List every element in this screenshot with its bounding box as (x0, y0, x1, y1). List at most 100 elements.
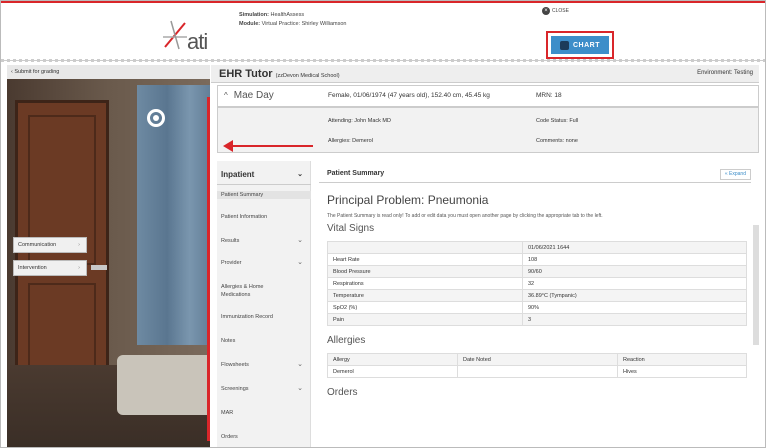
close-label: CLOSE (552, 8, 569, 14)
nav-item-patient-information[interactable]: Patient Information (217, 213, 311, 221)
intervention-button[interactable]: Intervention › (13, 260, 87, 276)
patient-mrn: MRN: 18 (536, 92, 562, 99)
hotspot-ring-icon[interactable] (147, 109, 165, 127)
nav-item-flowsheets[interactable]: Flowsheets ⌄ (217, 361, 311, 369)
allergy-name: Demerol (327, 365, 458, 378)
table-row: Demerol Hives (327, 365, 747, 378)
nav-item-screenings[interactable]: Screenings ⌄ (217, 385, 311, 393)
close-button[interactable]: × CLOSE (542, 7, 569, 15)
vital-value: 90/60 (522, 265, 747, 278)
chevron-down-icon: ⌄ (297, 361, 303, 368)
vital-label: Heart Rate (327, 253, 523, 266)
summary-header: Patient Summary « Expand (319, 165, 751, 183)
summary-scrollbar[interactable] (753, 225, 759, 345)
allergy-date (457, 365, 618, 378)
chevron-down-icon: ⌄ (297, 259, 303, 266)
vital-label: SpO2 (%) (327, 301, 523, 314)
allergies-summary: Allergies: Demerol (328, 138, 373, 144)
vital-label: Temperature (327, 289, 523, 302)
chart-label: CHART (573, 41, 600, 49)
allergies-title: Allergies (327, 335, 366, 346)
vital-signs-table: 01/06/2021 1644 Heart Rate 108 Blood Pres… (327, 241, 747, 326)
nav-item-immunization-record[interactable]: Immunization Record (217, 313, 311, 321)
simulation-label: Simulation: (239, 12, 269, 18)
table-row: Temperature 36.89°C (Tympanic) (327, 289, 747, 302)
nav-item-provider[interactable]: Provider ⌄ (217, 259, 311, 267)
nav-item-label: Results (221, 238, 240, 244)
vital-value: 36.89°C (Tympanic) (522, 289, 747, 302)
module-label: Module: (239, 21, 261, 27)
vital-value: 32 (522, 277, 747, 290)
nav-item-notes[interactable]: Notes (217, 337, 311, 345)
annotation-line (207, 97, 210, 441)
nav-item-label: Patient Summary (221, 192, 264, 198)
nav-item-orders[interactable]: Orders (217, 433, 311, 441)
nav-item-results[interactable]: Results ⌄ (217, 237, 311, 245)
table-row: Respirations 32 (327, 277, 747, 290)
vital-value: 108 (522, 253, 747, 266)
nav-item-patient-summary[interactable]: Patient Summary (217, 191, 311, 199)
date-noted-header: Date Noted (457, 353, 618, 366)
chart-button[interactable]: CHART (551, 36, 609, 54)
simulation-scene (7, 65, 210, 447)
allergies-table: Allergy Date Noted Reaction Demerol Hive… (327, 353, 747, 378)
nav-item-label: MAR (221, 410, 234, 416)
submit-label: Submit for grading (14, 69, 60, 75)
nav-item-label: Immunization Record (221, 314, 273, 320)
ehr-header: EHR Tutor (zzDevon Medical School) Envir… (211, 65, 759, 83)
close-icon: × (542, 7, 550, 15)
chevron-right-icon: › (78, 242, 80, 248)
table-row: Allergy Date Noted Reaction (327, 353, 747, 366)
intervention-label: Intervention (18, 265, 47, 271)
orders-title: Orders (327, 387, 358, 398)
patient-name: Mae Day (233, 90, 274, 101)
nav-header-label: Inpatient (221, 170, 255, 179)
vital-label: Pain (327, 313, 523, 326)
allergy-header: Allergy (327, 353, 458, 366)
ehr-title-text: EHR Tutor (219, 68, 273, 80)
table-row: Blood Pressure 90/60 (327, 265, 747, 278)
nav-item-label: Provider (221, 260, 242, 266)
nav-item-label: Allergies & Home Medications (221, 284, 264, 298)
nav-item-mar[interactable]: MAR (217, 409, 311, 417)
table-row: Pain 3 (327, 313, 747, 326)
nav-item-label: Screenings (221, 386, 249, 392)
chart-icon (560, 40, 569, 50)
submit-for-grading-button[interactable]: ‹ Submit for grading (7, 65, 210, 79)
nav-item-allergies-home-medications[interactable]: Allergies & Home Medications (217, 283, 287, 299)
table-row: SpO2 (%) 90% (327, 301, 747, 314)
chevron-down-icon: ⌄ (297, 385, 303, 392)
app-window: ati Simulation: HealthAssess Module: Vir… (0, 0, 766, 448)
chevron-down-icon: ⌄ (297, 237, 303, 244)
ehr-nav: Inpatient ⌄ Patient Summary Patient Info… (217, 161, 311, 447)
nav-inpatient-header[interactable]: Inpatient ⌄ (217, 165, 311, 185)
ati-logo: ati (161, 17, 225, 54)
table-row: Heart Rate 108 (327, 253, 747, 266)
vital-label: Respirations (327, 277, 523, 290)
chevron-right-icon: › (78, 265, 80, 271)
chevron-down-icon: ⌄ (297, 171, 303, 178)
chevron-up-icon: ^ (224, 91, 228, 100)
vital-signs-title: Vital Signs (327, 223, 375, 234)
patient-demographics: Female, 01/06/1974 (47 years old), 152.4… (328, 92, 490, 99)
ehr-subtitle: (zzDevon Medical School) (275, 73, 340, 79)
patient-name-toggle[interactable]: ^ Mae Day (224, 90, 274, 101)
patient-summary-panel: Patient Summary « Expand Principal Probl… (319, 161, 759, 447)
reaction-header: Reaction (617, 353, 747, 366)
ehr-title: EHR Tutor (zzDevon Medical School) (219, 68, 340, 80)
expand-button[interactable]: « Expand (719, 169, 751, 180)
nav-item-label: Patient Information (221, 214, 268, 220)
top-header: ati Simulation: HealthAssess Module: Vir… (1, 1, 765, 61)
header-divider (1, 59, 765, 62)
nav-item-label: Notes (221, 338, 236, 344)
annotation-arrow-icon (223, 140, 313, 152)
patient-banner: ^ Mae Day Female, 01/06/1974 (47 years ol… (217, 85, 759, 107)
communication-button[interactable]: Communication › (13, 237, 87, 253)
comments: Comments: none (536, 138, 578, 144)
ehr-panel: EHR Tutor (zzDevon Medical School) Envir… (211, 65, 759, 447)
nav-item-label: Orders (221, 434, 238, 440)
attending: Attending: John Mack MD (328, 118, 391, 124)
environment-label: Environment: Testing (697, 70, 753, 76)
vitals-datetime: 01/06/2021 1644 (522, 241, 747, 254)
code-status: Code Status: Full (536, 118, 579, 124)
